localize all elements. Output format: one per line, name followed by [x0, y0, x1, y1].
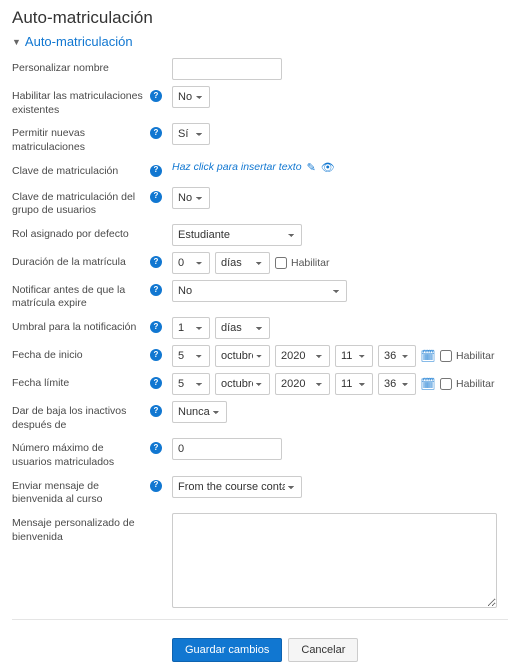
row-max-users: Número máximo de usuarios matriculados ?: [12, 435, 508, 472]
duration-enable-checkbox[interactable]: [275, 257, 287, 269]
row-notify-before: Notificar antes de que la matrícula expi…: [12, 277, 508, 314]
end-enable-label: Habilitar: [456, 378, 495, 390]
help-icon[interactable]: ?: [150, 480, 162, 492]
help-icon[interactable]: ?: [150, 127, 162, 139]
help-icon[interactable]: ?: [150, 191, 162, 203]
end-day-select[interactable]: 5: [172, 373, 210, 395]
page-title: Auto-matriculación: [12, 8, 508, 28]
label-threshold: Umbral para la notificación: [12, 321, 146, 335]
help-icon[interactable]: ?: [150, 165, 162, 177]
row-enrol-key: Clave de matriculación ? Haz click para …: [12, 158, 508, 184]
pencil-icon[interactable]: ✎: [307, 161, 316, 174]
row-start-date: Fecha de inicio ? 5 octubre 2020 11 36 🗓…: [12, 342, 508, 370]
end-min-select[interactable]: 36: [378, 373, 416, 395]
label-start-date: Fecha de inicio: [12, 349, 146, 363]
group-key-select[interactable]: No: [172, 187, 210, 209]
calendar-icon[interactable]: 🗓: [421, 349, 435, 363]
row-custom-welcome: Mensaje personalizado de bienvenida: [12, 510, 508, 611]
help-icon[interactable]: ?: [150, 321, 162, 333]
start-year-select[interactable]: 2020: [275, 345, 330, 367]
label-group-key: Clave de matriculación del grupo de usua…: [12, 191, 146, 218]
end-enable-checkbox[interactable]: [440, 378, 452, 390]
help-icon[interactable]: ?: [150, 377, 162, 389]
help-icon[interactable]: ?: [150, 284, 162, 296]
calendar-icon[interactable]: 🗓: [421, 377, 435, 391]
label-new-enrol: Permitir nuevas matriculaciones: [12, 127, 146, 154]
label-welcome-msg: Enviar mensaje de bienvenida al curso: [12, 480, 146, 507]
label-custom-welcome: Mensaje personalizado de bienvenida: [12, 517, 162, 544]
help-icon[interactable]: ?: [150, 405, 162, 417]
eye-icon[interactable]: 👁: [321, 161, 335, 174]
label-duration: Duración de la matrícula: [12, 256, 146, 270]
row-existing-enrol: Habilitar las matriculaciones existentes…: [12, 83, 508, 120]
new-enrol-select[interactable]: Sí: [172, 123, 210, 145]
caret-down-icon: ▼: [12, 37, 21, 47]
duration-num-select[interactable]: 0: [172, 252, 210, 274]
row-unenrol-inactive: Dar de baja los inactivos después de ? N…: [12, 398, 508, 435]
threshold-unit-select[interactable]: días: [215, 317, 270, 339]
end-month-select[interactable]: octubre: [215, 373, 270, 395]
start-enable-checkbox[interactable]: [440, 350, 452, 362]
enrol-key-insert-link[interactable]: Haz click para insertar texto: [172, 161, 302, 173]
label-custom-name: Personalizar nombre: [12, 62, 162, 76]
section-toggle[interactable]: ▼ Auto-matriculación: [12, 34, 508, 49]
row-group-key: Clave de matriculación del grupo de usua…: [12, 184, 508, 221]
end-year-select[interactable]: 2020: [275, 373, 330, 395]
label-default-role: Rol asignado por defecto: [12, 228, 162, 242]
duration-unit-select[interactable]: días: [215, 252, 270, 274]
row-duration: Duración de la matrícula ? 0 días Habili…: [12, 249, 508, 277]
start-enable-wrap: Habilitar: [440, 350, 495, 362]
existing-enrol-select[interactable]: No: [172, 86, 210, 108]
threshold-num-select[interactable]: 1: [172, 317, 210, 339]
custom-name-input[interactable]: [172, 58, 282, 80]
help-icon[interactable]: ?: [150, 442, 162, 454]
section-title: Auto-matriculación: [25, 34, 133, 49]
label-enrol-key: Clave de matriculación: [12, 165, 146, 179]
end-enable-wrap: Habilitar: [440, 378, 495, 390]
help-icon[interactable]: ?: [150, 349, 162, 361]
default-role-select[interactable]: Estudiante: [172, 224, 302, 246]
start-min-select[interactable]: 36: [378, 345, 416, 367]
row-threshold: Umbral para la notificación ? 1 días: [12, 314, 508, 342]
max-users-input[interactable]: [172, 438, 282, 460]
row-new-enrol: Permitir nuevas matriculaciones ? Sí: [12, 120, 508, 157]
separator: [12, 619, 508, 620]
row-welcome-msg: Enviar mensaje de bienvenida al curso ? …: [12, 473, 508, 510]
duration-enable-wrap: Habilitar: [275, 257, 330, 269]
welcome-msg-select[interactable]: From the course contact: [172, 476, 302, 498]
help-icon[interactable]: ?: [150, 256, 162, 268]
start-month-select[interactable]: octubre: [215, 345, 270, 367]
label-existing-enrol: Habilitar las matriculaciones existentes: [12, 90, 146, 117]
end-hour-select[interactable]: 11: [335, 373, 373, 395]
start-day-select[interactable]: 5: [172, 345, 210, 367]
label-end-date: Fecha límite: [12, 377, 146, 391]
cancel-button[interactable]: Cancelar: [288, 638, 358, 662]
row-end-date: Fecha límite ? 5 octubre 2020 11 36 🗓 Ha…: [12, 370, 508, 398]
duration-enable-label: Habilitar: [291, 257, 330, 269]
row-default-role: Rol asignado por defecto Estudiante: [12, 221, 508, 249]
label-notify-before: Notificar antes de que la matrícula expi…: [12, 284, 146, 311]
save-button[interactable]: Guardar cambios: [172, 638, 282, 662]
start-enable-label: Habilitar: [456, 350, 495, 362]
help-icon[interactable]: ?: [150, 90, 162, 102]
start-hour-select[interactable]: 11: [335, 345, 373, 367]
row-custom-name: Personalizar nombre: [12, 55, 508, 83]
label-unenrol-inactive: Dar de baja los inactivos después de: [12, 405, 146, 432]
label-max-users: Número máximo de usuarios matriculados: [12, 442, 146, 469]
unenrol-inactive-select[interactable]: Nunca: [172, 401, 227, 423]
notify-before-select[interactable]: No: [172, 280, 347, 302]
action-bar: Guardar cambios Cancelar: [12, 628, 508, 662]
